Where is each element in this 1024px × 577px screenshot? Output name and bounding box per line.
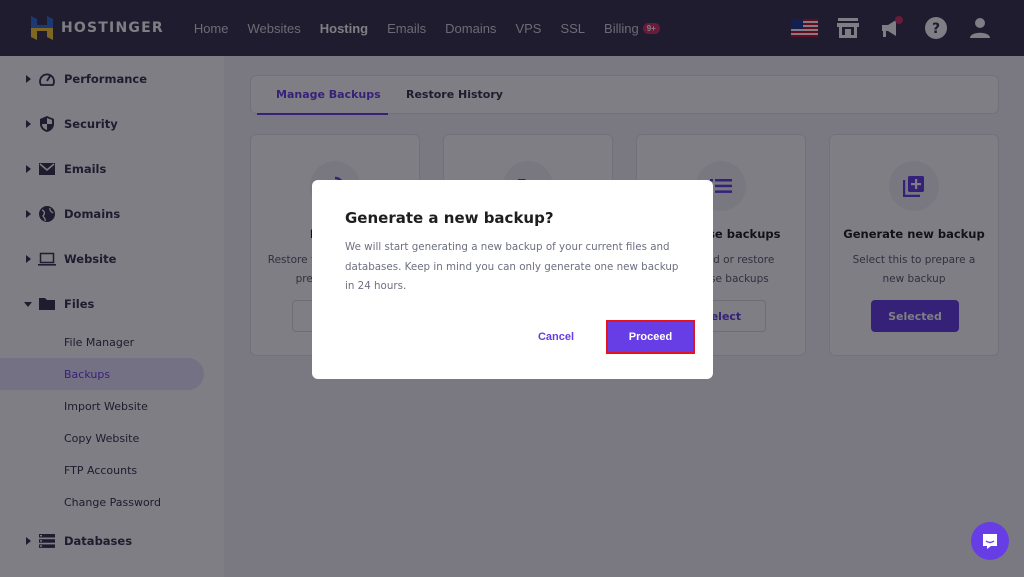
cancel-button[interactable]: Cancel bbox=[524, 321, 588, 353]
dialog-message: We will start generating a new backup of… bbox=[345, 241, 679, 292]
generate-backup-dialog: Generate a new backup? We will start gen… bbox=[312, 180, 713, 379]
proceed-button[interactable]: Proceed bbox=[606, 320, 695, 354]
live-chat-button[interactable] bbox=[971, 522, 1009, 560]
dialog-title: Generate a new backup? bbox=[345, 209, 554, 227]
chat-icon bbox=[983, 534, 997, 549]
